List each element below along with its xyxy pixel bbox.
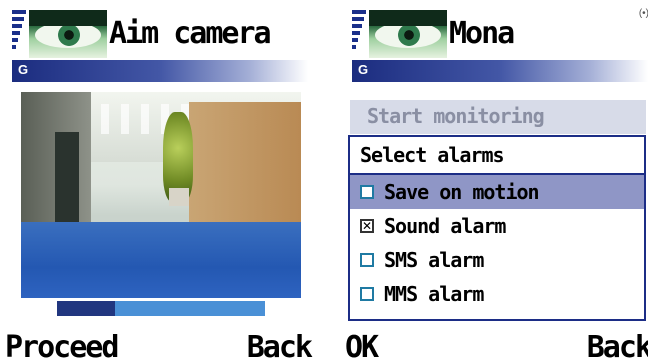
checkbox-checked-icon[interactable]: ✕ xyxy=(360,219,374,233)
option-save-on-motion[interactable]: Save on motion xyxy=(350,175,644,209)
option-sms-alarm[interactable]: SMS alarm xyxy=(350,243,644,277)
network-indicator: G xyxy=(358,62,369,77)
camera-preview xyxy=(21,92,301,298)
option-mms-alarm[interactable]: MMS alarm xyxy=(350,277,644,311)
network-indicator: G xyxy=(18,62,29,77)
ok-softkey[interactable]: OK xyxy=(345,330,379,363)
aim-camera-screen: Aim camera G Proceed Back xyxy=(5,0,315,363)
option-label: SMS alarm xyxy=(384,248,484,272)
option-label: Sound alarm xyxy=(384,214,506,238)
mona-screen: Mona (•) G Start monitoring Select alarm… xyxy=(345,0,648,363)
option-sound-alarm[interactable]: ✕ Sound alarm xyxy=(350,209,644,243)
eye-app-icon xyxy=(369,10,447,58)
screen-title: Aim camera xyxy=(109,16,272,51)
option-label: MMS alarm xyxy=(384,282,484,306)
progress-fill xyxy=(57,301,116,316)
checkbox-unchecked-icon[interactable] xyxy=(360,185,374,199)
progress-bar xyxy=(57,301,265,316)
signal-strength-icon xyxy=(12,10,26,52)
back-softkey[interactable]: Back xyxy=(247,330,313,363)
checkbox-unchecked-icon[interactable] xyxy=(360,287,374,301)
select-alarms-dialog: Select alarms Save on motion ✕ Sound ala… xyxy=(348,135,646,321)
eye-app-icon xyxy=(29,10,107,58)
proceed-softkey[interactable]: Proceed xyxy=(5,330,119,363)
option-label: Save on motion xyxy=(384,180,540,204)
network-band: G xyxy=(352,60,648,82)
screen-title: Mona xyxy=(449,16,515,51)
back-softkey[interactable]: Back xyxy=(587,330,648,363)
menu-item-label: Start monitoring xyxy=(367,104,545,128)
network-band: G xyxy=(12,60,308,82)
checkbox-unchecked-icon[interactable] xyxy=(360,253,374,267)
status-indicator: (•) xyxy=(638,8,648,19)
dialog-title: Select alarms xyxy=(350,137,644,175)
signal-strength-icon xyxy=(352,10,366,52)
